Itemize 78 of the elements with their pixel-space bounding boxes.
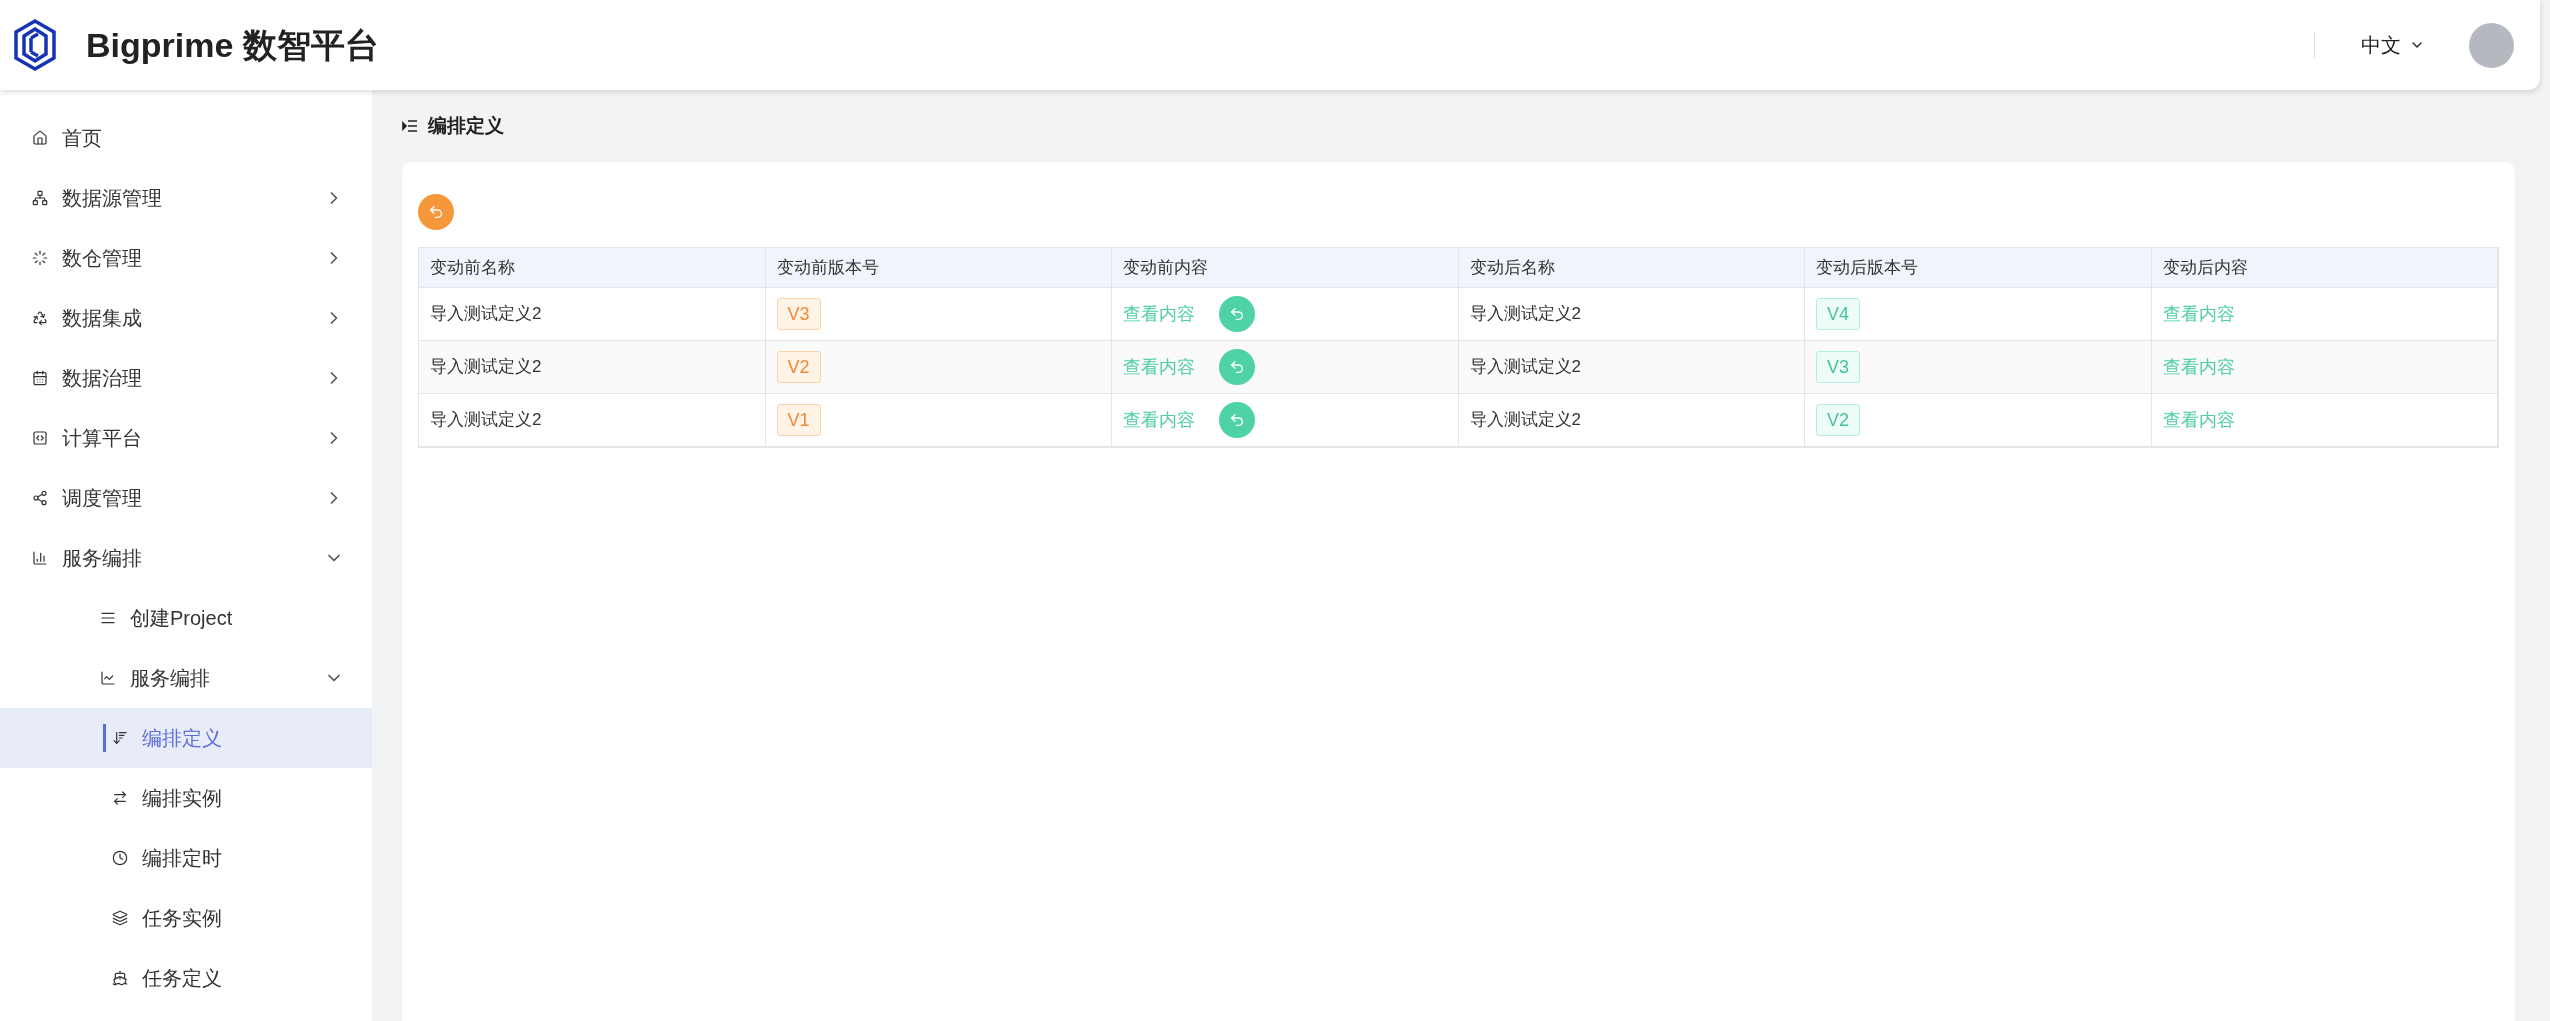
table-cell: 导入测试定义2 (419, 288, 766, 340)
sidebar-item-label: 创建Project (130, 606, 233, 631)
sidebar-item[interactable]: 任务实例 (0, 888, 372, 948)
revert-button[interactable] (1219, 402, 1255, 438)
sidebar-item[interactable]: 服务编排 (0, 648, 372, 708)
list-icon (100, 610, 116, 626)
network-icon (32, 190, 48, 206)
sidebar-item-label: 任务定义 (142, 966, 222, 991)
sidebar-item[interactable]: 任务定义 (0, 948, 372, 1008)
calendar-icon (32, 370, 48, 386)
sidebar-item[interactable]: 数据源管理 (0, 168, 372, 228)
sidebar-item[interactable]: 编排定时 (0, 828, 372, 888)
sidebar-item[interactable]: 数据治理 (0, 348, 372, 408)
bar-chart-icon (32, 550, 48, 566)
revert-arrow-icon (1229, 412, 1245, 428)
sidebar-item-label: 任务实例 (142, 906, 222, 931)
sort-icon (112, 730, 128, 746)
sidebar-item-label: 数仓管理 (62, 246, 142, 271)
sidebar-item[interactable]: 编排实例 (0, 768, 372, 828)
sidebar-item-label: 编排定义 (142, 726, 222, 751)
table-cell: 导入测试定义2 (419, 394, 766, 446)
revert-button[interactable] (1219, 349, 1255, 385)
active-indicator (103, 724, 106, 752)
version-tag: V3 (776, 298, 821, 330)
sidebar-item[interactable]: 首页 (0, 108, 372, 168)
cycle-icon (32, 310, 48, 326)
revert-arrow-icon (1229, 359, 1245, 375)
version-tag: V2 (776, 351, 821, 383)
sidebar-item-label: 计算平台 (62, 426, 142, 451)
table-cell: 导入测试定义2 (1458, 341, 1805, 393)
share-icon (32, 490, 48, 506)
loader-icon (32, 250, 48, 266)
sidebar-item[interactable]: 调度管理 (0, 468, 372, 528)
sidebar-item-label: 服务编排 (130, 666, 210, 691)
table-cell: 导入测试定义2 (1458, 288, 1805, 340)
sidebar-item-label: 首页 (62, 126, 102, 151)
app-title: Bigprime 数智平台 (86, 24, 379, 66)
column-header: 变动后名称 (1458, 248, 1805, 287)
sidebar-item-label: 编排实例 (142, 786, 222, 811)
sidebar-item-label: 调度管理 (62, 486, 142, 511)
ship-icon (112, 970, 128, 986)
language-dropdown[interactable]: 中文 (2361, 30, 2425, 60)
sidebar-item-label: 数据源管理 (62, 186, 162, 211)
column-header: 变动后版本号 (1805, 248, 2152, 287)
table-cell: 导入测试定义2 (1458, 394, 1805, 446)
sidebar-item-label: 服务编排 (62, 546, 142, 571)
version-tag: V1 (776, 404, 821, 436)
version-tag: V3 (1816, 351, 1861, 383)
sidebar-item[interactable]: 计算平台 (0, 408, 372, 468)
column-header: 变动前内容 (1112, 248, 1459, 287)
sidebar-item[interactable]: 服务编排 (0, 528, 372, 588)
clock-icon (112, 850, 128, 866)
home-icon (32, 130, 48, 146)
code-icon (32, 430, 48, 446)
revert-button[interactable] (1219, 296, 1255, 332)
column-header: 变动后内容 (2151, 248, 2498, 287)
column-header: 变动前名称 (419, 248, 766, 287)
sidebar-item[interactable]: 数据集成 (0, 288, 372, 348)
sidebar-item-label: 数据治理 (62, 366, 142, 391)
sidebar-item-label: 数据集成 (62, 306, 142, 331)
hexagon-logo-icon (12, 18, 58, 72)
sidebar-item[interactable]: 创建Project (0, 588, 372, 648)
sidebar-item-label: 编排定时 (142, 846, 222, 871)
sidebar-item[interactable]: 数仓管理 (0, 228, 372, 288)
line-chart-icon (100, 670, 116, 686)
back-arrow-icon (428, 204, 444, 220)
indent-icon (402, 119, 418, 133)
table-cell: 导入测试定义2 (419, 341, 766, 393)
revert-arrow-icon (1229, 306, 1245, 322)
page-title: 编排定义 (428, 113, 504, 138)
column-header: 变动前版本号 (765, 248, 1112, 287)
back-button[interactable] (418, 194, 454, 230)
layers-icon (112, 910, 128, 926)
version-tag: V4 (1816, 298, 1861, 330)
version-tag: V2 (1816, 404, 1861, 436)
avatar[interactable] (2469, 22, 2514, 68)
swap-icon (112, 790, 128, 806)
sidebar-item[interactable]: 编排定义 (0, 708, 372, 768)
